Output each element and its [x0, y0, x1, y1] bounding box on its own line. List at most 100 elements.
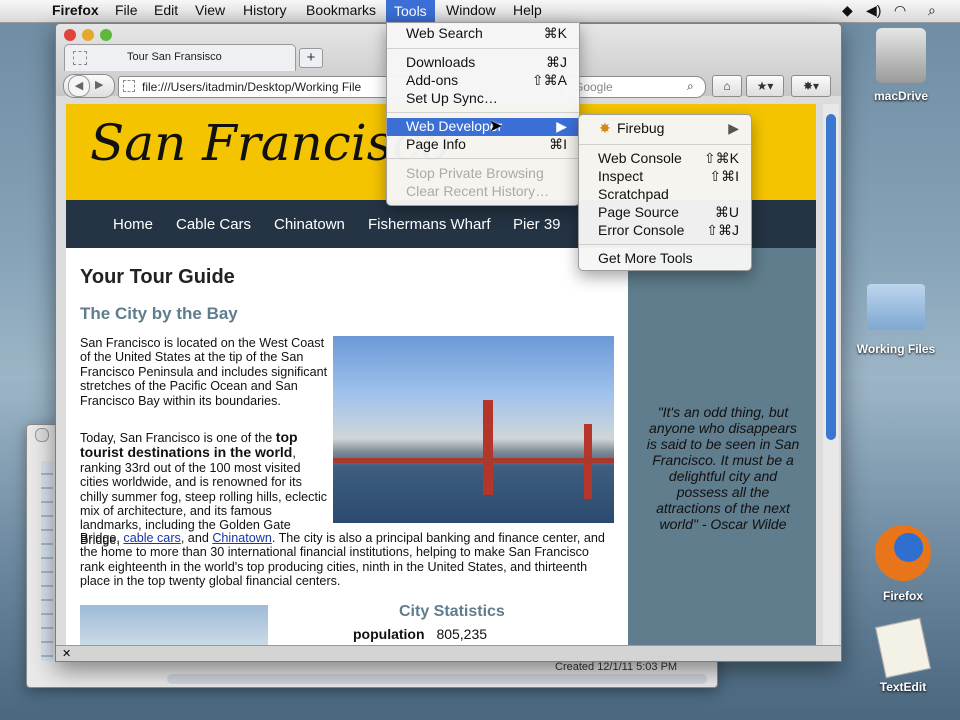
back-arrow-icon[interactable]: ◀: [68, 75, 90, 97]
forward-arrow-icon[interactable]: ▶: [95, 78, 103, 91]
menu-view[interactable]: View: [195, 2, 225, 18]
menu-item-add-ons[interactable]: Add-ons ⇧⌘A: [387, 72, 579, 90]
error-console-shortcut: ⇧⌘J: [706, 222, 739, 238]
spotlight-search-icon[interactable]: ⌕: [928, 2, 936, 19]
firebug-button[interactable]: ✸▾: [791, 75, 831, 97]
menu-item-set-up-sync[interactable]: Set Up Sync…: [387, 90, 579, 108]
menu-separator: [387, 158, 579, 159]
menu-item-web-console[interactable]: Web Console ⇧⌘K: [579, 150, 751, 168]
population-row: population 805,235: [353, 626, 487, 642]
status-bar: ✕: [56, 645, 841, 661]
menu-item-web-search[interactable]: Web Search ⌘K: [387, 25, 579, 43]
page-heading: Your Tour Guide: [80, 266, 235, 288]
menu-item-downloads[interactable]: Downloads ⌘J: [387, 54, 579, 72]
nav-fishermans-wharf[interactable]: Fishermans Wharf: [368, 216, 491, 233]
menu-item-get-more-tools[interactable]: Get More Tools: [579, 250, 751, 268]
firebug-bug-icon: ✸: [599, 120, 611, 136]
desktop-icon-macdrive[interactable]: macDrive: [862, 28, 940, 103]
desktop-icon-firefox[interactable]: Firefox: [864, 525, 942, 603]
menu-bar: Firefox File Edit View History Bookmarks…: [0, 0, 960, 23]
error-console-label: Error Console: [598, 222, 685, 238]
menu-bookmarks[interactable]: Bookmarks: [306, 2, 376, 18]
page-source-shortcut: ⌘U: [714, 204, 739, 220]
web-console-label: Web Console: [598, 150, 682, 166]
nav-chinatown[interactable]: Chinatown: [274, 216, 345, 233]
textedit-icon: [875, 617, 931, 679]
macdrive-label: macDrive: [873, 89, 929, 103]
nav-home[interactable]: Home: [113, 216, 153, 233]
menu-tools[interactable]: Tools: [386, 0, 435, 22]
add-ons-label: Add-ons: [406, 72, 459, 88]
scratchpad-label: Scratchpad: [598, 186, 669, 202]
menu-item-page-source[interactable]: Page Source ⌘U: [579, 204, 751, 222]
menu-item-scratchpad[interactable]: Scratchpad: [579, 186, 751, 204]
dropbox-icon[interactable]: ◆: [842, 2, 853, 19]
web-console-shortcut: ⇧⌘K: [703, 150, 739, 166]
menu-item-firebug[interactable]: ✸ Firebug ▶: [579, 120, 751, 138]
menu-app-firefox[interactable]: Firefox: [52, 2, 99, 18]
minimize-window-button[interactable]: [82, 29, 94, 41]
submenu-arrow-icon: ▶: [728, 120, 739, 136]
menu-item-web-developer[interactable]: Web Developer ▶: [387, 118, 579, 136]
menu-help[interactable]: Help: [513, 2, 542, 18]
menu-item-clear-recent-history: Clear Recent History…: [387, 183, 579, 201]
tab-tour-san-francisco[interactable]: Tour San Fransisco: [64, 44, 296, 71]
tourism-paragraph: Today, San Francisco is one of the top t…: [80, 430, 612, 547]
downloads-shortcut: ⌘J: [546, 54, 567, 70]
menu-item-stop-private-browsing: Stop Private Browsing: [387, 165, 579, 183]
menu-separator: [387, 112, 579, 113]
home-icon: ⌂: [723, 79, 731, 93]
population-label: population: [353, 626, 425, 642]
chinatown-link[interactable]: Chinatown: [212, 531, 272, 545]
zoom-window-button[interactable]: [100, 29, 112, 41]
search-magnifier-icon[interactable]: ⌕: [687, 79, 694, 94]
page-info-shortcut: ⌘I: [549, 136, 567, 152]
close-window-button[interactable]: [64, 29, 76, 41]
hard-drive-icon: [876, 28, 926, 83]
bookmarks-button[interactable]: ★▾: [746, 75, 784, 97]
menu-item-page-info[interactable]: Page Info ⌘I: [387, 136, 579, 154]
volume-icon[interactable]: ◀): [866, 2, 881, 19]
bridge-word: Bridge,: [80, 531, 124, 545]
menu-window[interactable]: Window: [446, 2, 496, 18]
finder-created-text: Created 12/1/11 5:03 PM: [555, 661, 678, 673]
and-text: , and: [180, 531, 213, 545]
new-tab-button[interactable]: +: [299, 48, 323, 68]
close-findbar-icon[interactable]: ✕: [62, 647, 71, 660]
menu-file[interactable]: File: [115, 2, 138, 18]
firebug-icon: ✸▾: [802, 79, 820, 93]
page-info-label: Page Info: [406, 136, 466, 152]
textedit-label: TextEdit: [879, 680, 927, 694]
bookmark-star-icon: ★▾: [756, 79, 774, 93]
menu-item-error-console[interactable]: Error Console ⇧⌘J: [579, 222, 751, 240]
finder-close-button[interactable]: [35, 428, 49, 442]
wifi-icon[interactable]: ◠: [894, 2, 906, 19]
home-button[interactable]: ⌂: [712, 75, 742, 97]
stop-private-browsing-label: Stop Private Browsing: [406, 165, 544, 181]
menu-edit[interactable]: Edit: [154, 2, 178, 18]
desktop-icon-working-files[interactable]: Working Files: [850, 284, 942, 356]
finder-horizontal-scrollbar[interactable]: [167, 674, 707, 684]
back-forward-buttons[interactable]: ◀ ▶: [63, 74, 115, 98]
tourism-paragraph-wrap: Today, San Francisco is one of the top t…: [80, 430, 328, 547]
nav-pier-39[interactable]: Pier 39: [513, 216, 561, 233]
city-statistics-heading: City Statistics: [399, 603, 505, 620]
intro-paragraph: San Francisco is located on the West Coa…: [80, 336, 328, 408]
search-field[interactable]: Google ⌕: [561, 76, 706, 98]
firefox-logo-icon: [875, 525, 931, 581]
desktop-icon-textedit[interactable]: TextEdit: [864, 617, 942, 694]
tourism-paragraph-continued: Bridge, cable cars, and Chinatown. The c…: [80, 531, 612, 589]
section-heading: The City by the Bay: [80, 304, 238, 323]
vertical-scrollbar[interactable]: [823, 104, 839, 649]
firebug-label: Firebug: [617, 120, 665, 136]
scrollbar-thumb[interactable]: [826, 114, 836, 440]
oscar-wilde-quote: "It's an odd thing, but anyone who disap…: [646, 404, 800, 532]
nav-cable-cars[interactable]: Cable Cars: [176, 216, 251, 233]
population-value: 805,235: [436, 626, 488, 642]
web-developer-submenu: ✸ Firebug ▶ Web Console ⇧⌘K Inspect ⇧⌘I Scra…: [578, 114, 752, 271]
url-text: file:///Users/itadmin/Desktop/Working Fi…: [142, 80, 362, 94]
bridge-thumbnail-photo: [80, 605, 268, 649]
cable-cars-link[interactable]: cable cars: [123, 531, 180, 545]
menu-item-inspect[interactable]: Inspect ⇧⌘I: [579, 168, 751, 186]
menu-history[interactable]: History: [243, 2, 287, 18]
